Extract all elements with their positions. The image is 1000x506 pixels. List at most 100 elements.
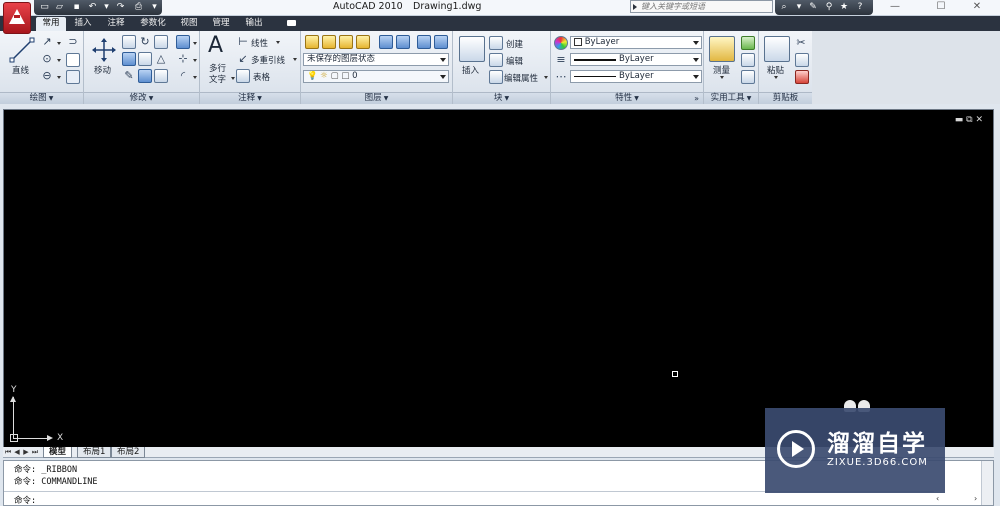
lineweight-dropdown[interactable]: ByLayer (570, 53, 702, 66)
command-horizontal-scrollbar[interactable]: ‹ › (934, 492, 982, 505)
first-layout-icon[interactable]: ⏮ (4, 448, 12, 457)
array-dropdown-icon[interactable] (193, 42, 197, 45)
mtext-icon[interactable]: A (208, 33, 223, 58)
undo-dropdown-icon[interactable]: ▾ (100, 2, 113, 13)
table-icon[interactable] (236, 69, 250, 83)
panel-title-draw[interactable]: 绘图 ▼ (0, 92, 83, 104)
print-icon[interactable]: ⎙ (132, 2, 145, 13)
next-layout-icon[interactable]: ▶ (22, 448, 30, 457)
move-icon[interactable] (90, 36, 116, 62)
last-layout-icon[interactable]: ⏭ (31, 448, 39, 457)
polyline-icon[interactable]: ↗ (40, 35, 54, 49)
command-vertical-scrollbar[interactable] (981, 461, 993, 505)
insert-label[interactable]: 插入 (462, 64, 479, 76)
paste-label[interactable]: 粘贴 (767, 64, 784, 76)
tab-insert[interactable]: 插入 (69, 17, 97, 31)
line-label[interactable]: 直线 (12, 64, 29, 76)
favorites-star-icon[interactable]: ★ (837, 1, 851, 14)
tab-view[interactable]: 视图 (176, 17, 202, 31)
array-icon[interactable] (176, 35, 190, 49)
calculator-icon[interactable] (741, 70, 755, 84)
binoculars-icon[interactable]: ⌕ (777, 1, 791, 14)
maximize-button[interactable]: ☐ (926, 0, 956, 14)
panel-title-properties[interactable]: 特性 ▼ » (551, 92, 703, 104)
extend-dropdown-icon[interactable] (193, 59, 197, 62)
multileader-dropdown-icon[interactable] (293, 58, 297, 61)
search-input[interactable] (641, 1, 771, 12)
paste-dropdown-icon[interactable] (774, 76, 778, 79)
communication-center-icon[interactable]: ▾ (792, 1, 806, 14)
explode-icon[interactable] (138, 69, 152, 83)
edit-attributes-dropdown-icon[interactable] (544, 76, 548, 79)
layer-match-icon[interactable] (339, 35, 353, 49)
table-label[interactable]: 表格 (253, 71, 270, 83)
mtext-dropdown-icon[interactable] (231, 77, 235, 80)
measure-dropdown-icon[interactable] (720, 76, 724, 79)
color-wheel-icon[interactable] (554, 36, 568, 50)
create-block-label[interactable]: 创建 (506, 38, 523, 50)
ellipse-dropdown-icon[interactable] (57, 76, 61, 79)
color-dropdown[interactable]: ByLayer (570, 36, 702, 49)
tab-output[interactable]: 输出 (240, 17, 268, 31)
application-menu-button[interactable] (3, 2, 31, 34)
scroll-right-icon[interactable]: › (974, 492, 977, 505)
close-button[interactable]: ✕ (962, 0, 992, 14)
layer-freeze-icon[interactable] (417, 35, 431, 49)
fillet-icon[interactable]: ◜ (176, 69, 190, 83)
minimize-button[interactable]: — (880, 0, 910, 14)
edit-attributes-icon[interactable] (489, 70, 503, 84)
panel-title-modify[interactable]: 修改 ▼ (84, 92, 199, 104)
multileader-icon[interactable]: ↙ (236, 52, 250, 66)
lineweight-icon[interactable]: ≡ (554, 53, 568, 67)
scroll-left-icon[interactable]: ‹ (936, 492, 939, 505)
layer-unisolate-icon[interactable] (396, 35, 410, 49)
tab-home[interactable]: 常用 (36, 17, 66, 31)
rectangle-icon[interactable] (66, 53, 80, 67)
linetype-icon[interactable]: ⋯ (554, 70, 568, 84)
line-icon[interactable] (8, 36, 35, 63)
circle-icon[interactable]: ⊙ (40, 52, 54, 66)
open-folder-icon[interactable]: ▱ (53, 2, 66, 13)
insert-block-icon[interactable] (459, 36, 485, 62)
undo-icon[interactable]: ↶ (86, 2, 99, 13)
layer-state-dropdown[interactable]: 未保存的图层状态 (303, 53, 449, 66)
viewport-minimize-icon[interactable]: ▬ (955, 115, 964, 125)
mirror-icon[interactable] (138, 52, 152, 66)
panel-title-block[interactable]: 块 ▼ (453, 92, 550, 104)
edit-attributes-label[interactable]: 编辑属性 (504, 72, 538, 84)
tab-manage[interactable]: 管理 (207, 17, 235, 31)
rotate-icon[interactable]: ↻ (138, 35, 152, 49)
tab-annotate[interactable]: 注释 (102, 17, 130, 31)
erase-icon[interactable]: ✎ (122, 69, 136, 83)
layout-tab-layout2[interactable]: 布局2 (111, 447, 146, 458)
layer-make-current-icon[interactable] (322, 35, 336, 49)
edit-block-icon[interactable] (489, 53, 503, 67)
save-icon[interactable]: ▪ (70, 2, 83, 13)
drawing-canvas[interactable]: ▬ ⧉ ✕ Y X (3, 109, 994, 448)
offset-icon[interactable] (154, 69, 168, 83)
linear-dimension-label[interactable]: 线性 (251, 37, 268, 49)
multileader-label[interactable]: 多重引线 (251, 54, 285, 66)
scale-icon[interactable] (154, 35, 168, 49)
layer-properties-icon[interactable] (305, 35, 319, 49)
search-expand-icon[interactable] (633, 4, 637, 10)
quick-select-icon[interactable] (741, 36, 755, 50)
panel-title-clipboard[interactable]: 剪贴板 (759, 92, 812, 104)
layer-previous-icon[interactable] (356, 35, 370, 49)
move-label[interactable]: 移动 (94, 64, 111, 76)
stretch-icon[interactable] (122, 52, 136, 66)
panel-expand-icon[interactable]: » (694, 93, 699, 104)
match-properties-icon[interactable] (795, 70, 809, 84)
fillet-dropdown-icon[interactable] (193, 76, 197, 79)
undo-arc-icon[interactable]: ⊃ (66, 35, 80, 49)
panel-title-layers[interactable]: 图层 ▼ (301, 92, 452, 104)
layout-tab-layout1[interactable]: 布局1 (77, 447, 112, 458)
panel-title-utilities[interactable]: 实用工具 ▼ (704, 92, 758, 104)
ellipse-icon[interactable]: ⊖ (40, 69, 54, 83)
edit-block-label[interactable]: 编辑 (506, 55, 523, 67)
linear-dropdown-icon[interactable] (276, 41, 280, 44)
mtext-label-line2[interactable]: 文字 (209, 73, 226, 85)
prev-layout-icon[interactable]: ◀ (13, 448, 21, 457)
copy-clip-icon[interactable] (795, 53, 809, 67)
current-layer-dropdown[interactable]: 💡 ☼ ▢ □ 0 (303, 70, 449, 83)
